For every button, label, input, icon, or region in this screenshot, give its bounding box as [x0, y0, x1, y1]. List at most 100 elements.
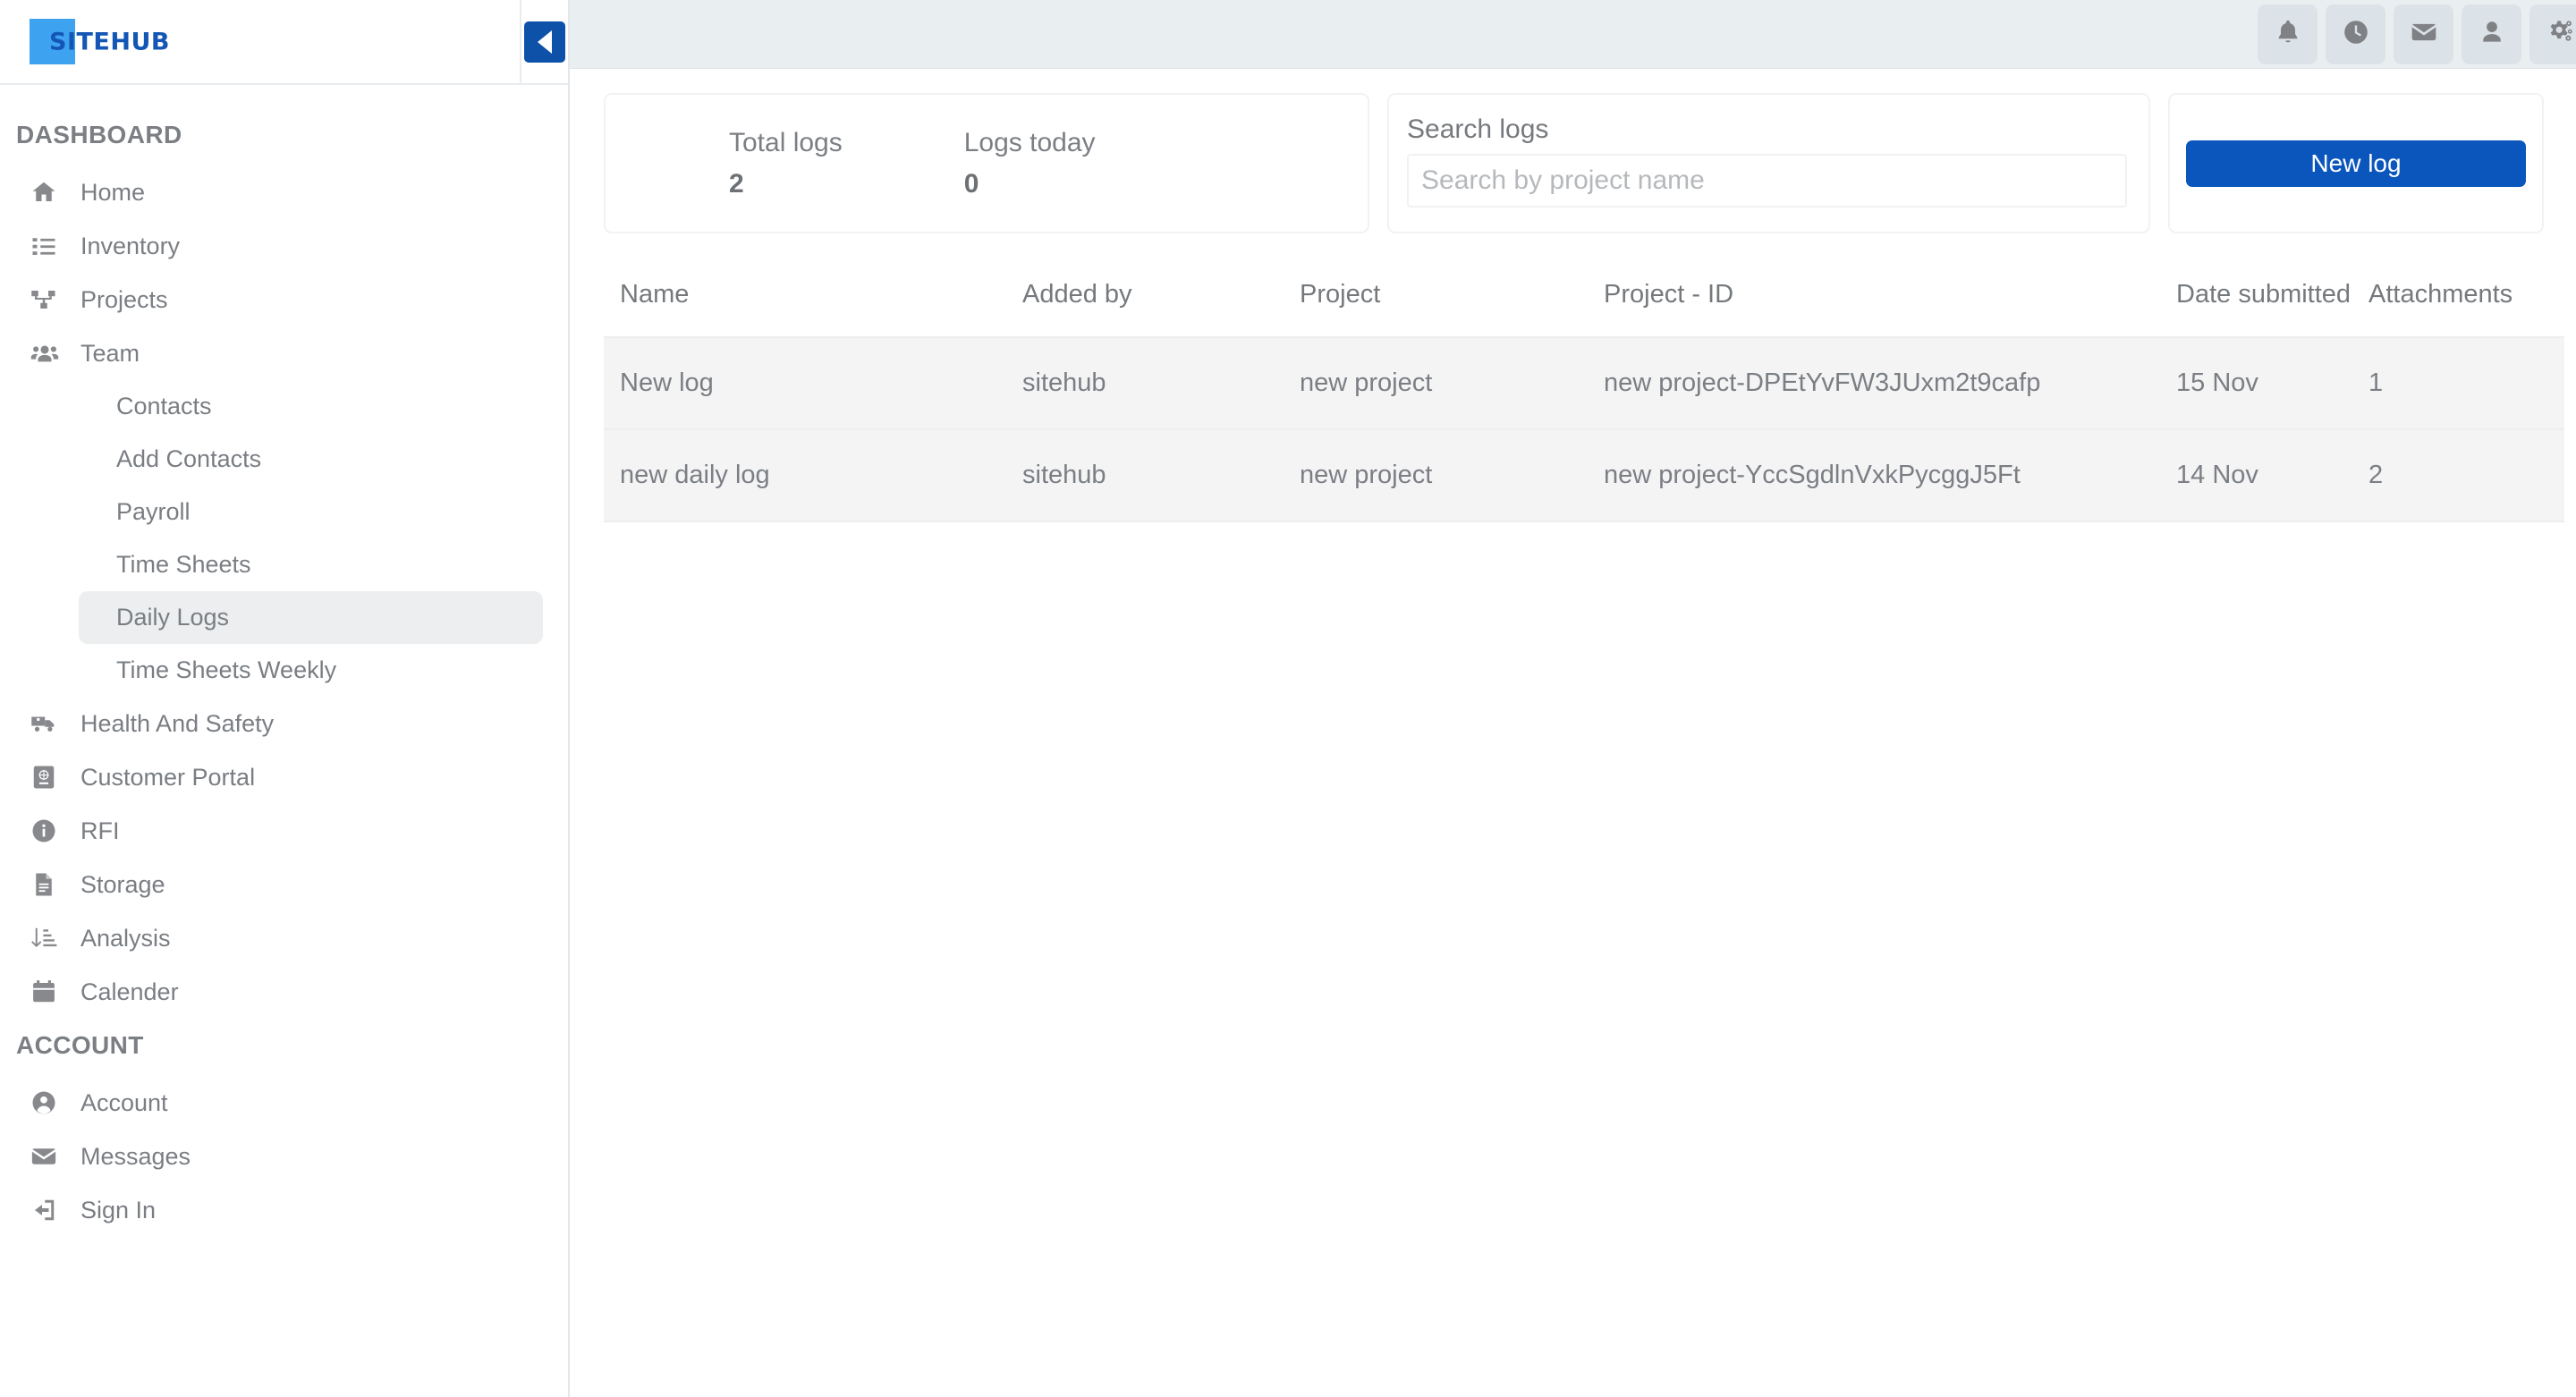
user-circle-icon: [30, 1089, 68, 1116]
sidebar-item-label: Inventory: [80, 232, 181, 259]
sidebar-item-inventory[interactable]: Inventory: [0, 219, 568, 273]
topbar: [570, 0, 2576, 69]
sidebar-item-daily-logs[interactable]: Daily Logs: [79, 591, 543, 644]
sidebar-subitem-label: Time Sheets: [116, 551, 251, 578]
stat-label: Total logs: [729, 127, 843, 157]
user-icon: [2478, 18, 2506, 51]
sitemap-icon: [30, 286, 68, 313]
sidebar-subitem-label: Time Sheets Weekly: [116, 656, 337, 683]
settings-button[interactable]: [2529, 4, 2576, 64]
app-root: SITEHUB DASHBOARD Home Inventory Project…: [0, 0, 2576, 1397]
stat-total-logs: Total logs 2: [729, 128, 843, 199]
cell-added-by: sitehub: [1006, 429, 1284, 523]
notifications-button[interactable]: [2258, 4, 2318, 64]
sidebar-item-sign-in[interactable]: Sign In: [0, 1183, 568, 1237]
stat-label: Logs today: [963, 127, 1096, 157]
toolbar-row: Total logs 2 Logs today 0 Search logs Ne…: [604, 93, 2564, 233]
sidebar-item-payroll[interactable]: Payroll: [79, 486, 543, 538]
sidebar-item-label: Projects: [80, 285, 168, 313]
logo-text: SITEHUB: [49, 28, 170, 55]
list-icon: [30, 233, 68, 259]
sort-amount-down-icon: [30, 925, 68, 952]
profile-button[interactable]: [2462, 4, 2521, 64]
sign-in-icon: [30, 1197, 68, 1223]
sidebar-item-label: Messages: [80, 1142, 191, 1170]
recent-activity-button[interactable]: [2326, 4, 2385, 64]
logs-table-container: Name Added by Project Project - ID Date …: [604, 252, 2564, 523]
sidebar-item-storage[interactable]: Storage: [0, 858, 568, 911]
column-header-date-submitted[interactable]: Date submitted: [2160, 252, 2352, 339]
search-label: Search logs: [1407, 114, 1549, 144]
sidebar-subitem-label: Daily Logs: [116, 604, 230, 631]
sidebar-item-messages[interactable]: Messages: [0, 1130, 568, 1183]
stats-card: Total logs 2 Logs today 0: [604, 93, 1369, 233]
column-header-added-by[interactable]: Added by: [1006, 252, 1284, 339]
stat-logs-today: Logs today 0: [964, 128, 1096, 199]
home-icon: [30, 179, 68, 206]
envelope-icon: [2410, 18, 2438, 51]
sidebar-item-label: Analysis: [80, 924, 171, 952]
cell-date-submitted: 15 Nov: [2160, 337, 2352, 431]
sidebar-item-analysis[interactable]: Analysis: [0, 911, 568, 965]
logs-table: Name Added by Project Project - ID Date …: [604, 252, 2564, 523]
cell-project: new project: [1284, 337, 1588, 431]
passport-icon: [30, 764, 68, 791]
cogs-icon: [2545, 17, 2575, 52]
sidebar-item-contacts[interactable]: Contacts: [79, 380, 543, 433]
sidebar-subitem-label: Contacts: [116, 393, 212, 419]
sidebar-item-time-sheets-weekly[interactable]: Time Sheets Weekly: [79, 644, 543, 697]
sidebar-item-health-and-safety[interactable]: Health And Safety: [0, 697, 568, 750]
sidebar-item-label: Health And Safety: [80, 709, 275, 737]
action-card: New log: [2168, 93, 2544, 233]
sidebar-item-label: RFI: [80, 817, 120, 844]
sidebar-subnav-team: Contacts Add Contacts Payroll Time Sheet…: [0, 380, 568, 697]
sidebar-item-team[interactable]: Team: [0, 326, 568, 380]
sidebar-collapse-button[interactable]: [520, 0, 568, 83]
sidebar-item-account[interactable]: Account: [0, 1076, 568, 1130]
sidebar-item-customer-portal[interactable]: Customer Portal: [0, 750, 568, 804]
sidebar-item-add-contacts[interactable]: Add Contacts: [79, 433, 543, 486]
sidebar-item-calender[interactable]: Calender: [0, 965, 568, 1019]
column-header-name[interactable]: Name: [604, 252, 1006, 339]
cell-added-by: sitehub: [1006, 337, 1284, 431]
sidebar-item-label: Storage: [80, 870, 165, 898]
cell-name: new daily log: [604, 429, 1006, 523]
sidebar-item-home[interactable]: Home: [0, 165, 568, 219]
cell-name: New log: [604, 337, 1006, 431]
column-header-project[interactable]: Project: [1284, 252, 1588, 339]
chevron-left-icon: [524, 21, 565, 63]
search-input[interactable]: [1407, 154, 2127, 207]
sidebar-item-label: Sign In: [80, 1196, 157, 1223]
sidebar-item-projects[interactable]: Projects: [0, 273, 568, 326]
sidebar-section-account-title: ACCOUNT: [16, 1031, 144, 1059]
cell-project-id: new project-YccSgdlnVxkPycggJ5Ft: [1588, 429, 2160, 523]
new-log-button[interactable]: New log: [2186, 140, 2526, 187]
cell-project-id: new project-DPEtYvFW3JUxm2t9cafp: [1588, 337, 2160, 431]
sidebar-item-label: Home: [80, 178, 146, 206]
sidebar-item-label: Team: [80, 339, 140, 367]
page-content: Total logs 2 Logs today 0 Search logs Ne…: [570, 69, 2576, 1397]
ambulance-icon: [30, 710, 68, 737]
sidebar-subitem-label: Payroll: [116, 498, 191, 525]
sidebar-item-rfi[interactable]: RFI: [0, 804, 568, 858]
cell-attachments: 2: [2352, 429, 2564, 523]
cell-project: new project: [1284, 429, 1588, 523]
calendar-icon: [30, 978, 68, 1005]
sidebar-nav: DASHBOARD Home Inventory Projects Team C…: [0, 85, 568, 1397]
table-row[interactable]: New log sitehub new project new project-…: [604, 337, 2564, 431]
column-header-project-id[interactable]: Project - ID: [1588, 252, 2160, 339]
column-header-attachments[interactable]: Attachments: [2352, 252, 2564, 339]
stat-value: 0: [963, 168, 979, 199]
sidebar-item-label: Customer Portal: [80, 763, 256, 791]
cell-date-submitted: 14 Nov: [2160, 429, 2352, 523]
brand-logo[interactable]: SITEHUB: [0, 19, 169, 64]
table-row[interactable]: new daily log sitehub new project new pr…: [604, 429, 2564, 523]
table-header-row: Name Added by Project Project - ID Date …: [604, 252, 2564, 339]
sidebar-item-time-sheets[interactable]: Time Sheets: [79, 538, 543, 591]
bell-icon: [2274, 18, 2302, 51]
sidebar-subitem-label: Add Contacts: [116, 445, 262, 472]
messages-button[interactable]: [2394, 4, 2453, 64]
envelope-icon: [30, 1143, 68, 1170]
users-icon: [30, 339, 68, 368]
sidebar-header: SITEHUB: [0, 0, 568, 85]
